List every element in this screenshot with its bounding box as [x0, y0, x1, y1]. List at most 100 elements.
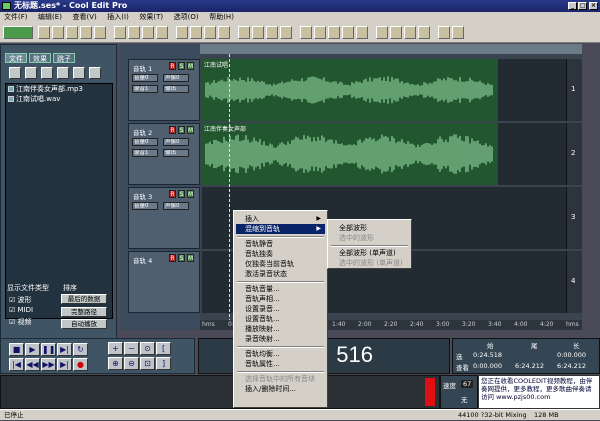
switch-view-button[interactable] — [3, 26, 33, 39]
video-icon[interactable] — [418, 26, 430, 39]
clip-indicator[interactable] — [425, 378, 435, 406]
menu-item[interactable]: 全部波形 (单声道) — [330, 248, 409, 258]
volume-control[interactable]: 音量0 — [132, 138, 158, 146]
pan-control[interactable]: 声像0 — [163, 202, 189, 210]
solo-button[interactable]: S — [178, 254, 185, 262]
menu-file[interactable]: 文件(F) — [0, 12, 32, 23]
key-value[interactable]: 无 — [461, 394, 468, 404]
mute-button[interactable]: M — [187, 126, 194, 134]
record-arm-button[interactable]: R — [169, 62, 176, 70]
menu-item[interactable]: 音轨音量... — [236, 284, 325, 294]
loop-play-button[interactable]: ↻ — [73, 343, 88, 356]
zoom-in-icon[interactable]: + — [108, 342, 123, 355]
output-device[interactable]: 输出 — [163, 149, 189, 157]
solo-button[interactable]: S — [178, 190, 185, 198]
tool-select-icon[interactable] — [280, 26, 292, 39]
split-icon[interactable] — [328, 26, 340, 39]
menu-item[interactable]: 音轨独奏 — [236, 249, 325, 259]
play-to-end-button[interactable]: ▶| — [57, 343, 72, 356]
menu-item[interactable]: 设置音轨... — [236, 314, 325, 324]
snap-icon[interactable] — [218, 26, 230, 39]
rewind-button[interactable]: ◀◀ — [25, 358, 40, 371]
mute-button[interactable]: M — [187, 254, 194, 262]
selection-start[interactable]: 0:24.518 — [473, 351, 502, 359]
zoom-vertical-in-icon[interactable]: ⊕ — [108, 357, 123, 370]
record-arm-button[interactable]: R — [169, 126, 176, 134]
solo-button[interactable]: S — [178, 126, 185, 134]
solo-button[interactable]: S — [178, 62, 185, 70]
save-icon[interactable] — [80, 26, 92, 39]
mixdown-icon[interactable] — [376, 26, 388, 39]
record-arm-button[interactable]: R — [169, 190, 176, 198]
open-folder-icon[interactable] — [66, 26, 78, 39]
paste-icon[interactable] — [142, 26, 154, 39]
tracks-icon[interactable] — [390, 26, 402, 39]
minimize-button[interactable]: _ — [568, 2, 577, 10]
type-midi-checkbox[interactable]: ☑ MIDI — [9, 306, 33, 314]
stop-button[interactable]: ■ — [9, 343, 24, 356]
volume-control[interactable]: 音量0 — [132, 202, 158, 210]
close-file-icon[interactable] — [41, 67, 53, 79]
menu-insert[interactable]: 插入(I) — [103, 12, 133, 23]
menu-view[interactable]: 查看(V) — [68, 12, 100, 23]
merge-icon[interactable] — [342, 26, 354, 39]
volume-control[interactable]: 音量0 — [132, 74, 158, 82]
maximize-button[interactable]: □ — [578, 2, 587, 10]
zoom-right-icon[interactable]: ] — [156, 357, 171, 370]
zoom-selection-icon[interactable]: ⊡ — [140, 357, 155, 370]
tab-favorites[interactable]: 跳子 — [53, 53, 75, 63]
track-header-1[interactable]: 音轨 1 R S M 音量0 声像0 录音1 输出 — [128, 59, 200, 121]
playback-cursor[interactable] — [229, 54, 230, 322]
close-button[interactable]: × — [589, 2, 598, 10]
sort-select[interactable]: 最后的数据 — [61, 294, 107, 304]
menu-item[interactable]: 音轨均衡... — [236, 349, 325, 359]
wave-clip-1[interactable]: 江南试唱 — [202, 59, 498, 121]
selection-length[interactable]: 0:00.000 — [557, 351, 586, 359]
open-icon[interactable] — [9, 67, 21, 79]
track-header-3[interactable]: 音轨 3 R S M 音量0 声像0 — [128, 187, 200, 249]
tempo-value[interactable]: 67 — [461, 380, 474, 388]
wave-clip-2[interactable]: 江南伴奏女声部 — [202, 123, 498, 185]
help-icon[interactable] — [452, 26, 464, 39]
view-length[interactable]: 6:24.212 — [557, 362, 586, 370]
pan-control[interactable]: 声像0 — [163, 74, 189, 82]
loop-icon[interactable] — [204, 26, 216, 39]
mute-button[interactable]: M — [187, 190, 194, 198]
menu-item[interactable]: 录音映射... — [236, 334, 325, 344]
play-button[interactable]: ▶ — [25, 343, 40, 356]
mix-paste-icon[interactable] — [156, 26, 168, 39]
settings-icon[interactable] — [438, 26, 450, 39]
envelope-icon[interactable] — [300, 26, 312, 39]
menu-item[interactable]: 激活录音状态 — [236, 269, 325, 279]
record-input[interactable]: 录音1 — [132, 85, 158, 93]
menu-item[interactable]: 插入/删除时间... — [236, 384, 325, 394]
help-small-icon[interactable] — [89, 67, 101, 79]
tab-effects[interactable]: 效果 — [29, 53, 51, 63]
output-device[interactable]: 输出 — [163, 85, 189, 93]
type-video-checkbox[interactable]: ☑ 视频 — [9, 317, 32, 327]
view-start[interactable]: 0:00.000 — [473, 362, 502, 370]
menu-item[interactable]: 全部波形 — [330, 223, 409, 233]
undo-icon[interactable] — [176, 26, 188, 39]
list-item[interactable]: 江南伴奏女声部.mp3 — [6, 84, 112, 94]
import-icon[interactable] — [25, 67, 37, 79]
autoplay-button[interactable]: 自动播放 — [61, 319, 107, 329]
zoom-out-icon[interactable]: − — [124, 342, 139, 355]
menu-item[interactable]: 仅独奏当前音轨 — [236, 259, 325, 269]
pause-button[interactable]: ❚❚ — [41, 343, 56, 356]
tool-hybrid-icon[interactable] — [252, 26, 264, 39]
goto-start-button[interactable]: |◀ — [9, 358, 24, 371]
copy-icon[interactable] — [128, 26, 140, 39]
menu-item[interactable]: 音轨声相... — [236, 294, 325, 304]
tab-files[interactable]: 文件 — [5, 53, 27, 63]
track-header-2[interactable]: 音轨 2 R S M 音量0 声像0 录音1 输出 — [128, 123, 200, 185]
menu-item[interactable]: 播放映射... — [236, 324, 325, 334]
menu-edit[interactable]: 编辑(E) — [34, 12, 66, 23]
record-button[interactable]: ● — [73, 358, 88, 371]
open-file-icon[interactable] — [52, 26, 64, 39]
zoom-left-icon[interactable]: [ — [156, 342, 171, 355]
menu-item[interactable]: 混缩到音轨 ▶ — [236, 224, 325, 234]
list-item[interactable]: 江南试唱.wav — [6, 94, 112, 104]
record-arm-button[interactable]: R — [169, 254, 176, 262]
metronome-icon[interactable] — [238, 26, 250, 39]
